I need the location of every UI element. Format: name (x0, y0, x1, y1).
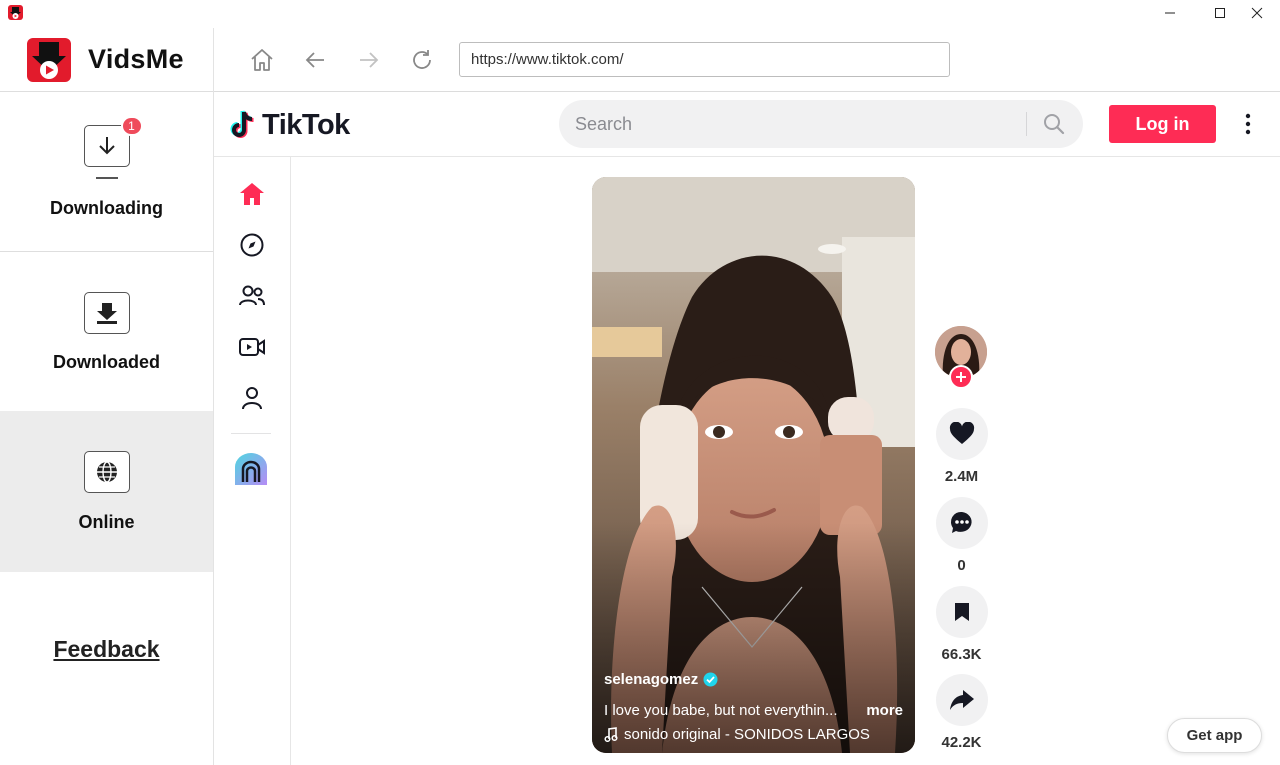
bookmark-button[interactable] (935, 586, 988, 638)
forward-arrow-icon (360, 52, 379, 68)
nav-downloading[interactable]: 1 Downloading (0, 93, 213, 252)
nav-online-label: Online (78, 512, 135, 532)
plus-icon (956, 372, 966, 382)
reload-icon (413, 50, 431, 69)
bookmark-icon (954, 603, 969, 621)
rail-profile[interactable] (238, 384, 266, 412)
music-note-icon (604, 727, 618, 742)
video-more-button[interactable]: more (866, 702, 903, 719)
rail-effect-house[interactable] (234, 452, 268, 486)
tiktok-wordmark: TikTok (262, 108, 350, 141)
nav-online[interactable]: Online (0, 411, 213, 572)
back-arrow-icon (305, 52, 324, 68)
login-button[interactable]: Log in (1109, 105, 1216, 143)
tiktok-side-rail (214, 157, 291, 765)
nav-downloading-label: Downloading (50, 197, 163, 218)
vertical-dots-icon (1245, 113, 1251, 135)
search-icon (1044, 114, 1065, 135)
vidsme-logo-icon (27, 38, 71, 82)
bookmark-action: 66.3K (935, 586, 988, 663)
globe-icon (96, 461, 117, 483)
downloaded-icon-box (83, 292, 130, 334)
rail-live[interactable] (238, 333, 266, 361)
nav-downloaded-label: Downloaded (53, 352, 160, 372)
minimize-button[interactable] (1147, 0, 1193, 26)
video-description: I love you babe, but not everythin... (604, 702, 838, 719)
effect-house-icon (235, 453, 267, 485)
app-icon (8, 5, 23, 20)
search-bar (559, 100, 1083, 148)
heart-icon (949, 422, 974, 444)
downloading-count-badge: 1 (120, 116, 143, 136)
video-frame-image (592, 177, 915, 753)
video-sound-name: sonido original - SONIDOS LARGOS (624, 726, 870, 743)
share-button[interactable] (935, 674, 988, 726)
rail-explore[interactable] (238, 231, 266, 259)
downloading-icon-box: 1 (83, 116, 143, 167)
rail-divider (231, 433, 271, 434)
comment-button[interactable] (935, 497, 988, 549)
rail-home[interactable] (238, 180, 266, 208)
video-player[interactable]: selenagomez I love you babe, but not eve… (592, 177, 915, 753)
bookmark-count: 66.3K (941, 646, 982, 663)
like-action: 2.4M (935, 408, 988, 485)
comment-action: 0 (935, 497, 988, 574)
download-arrow-icon (98, 137, 115, 155)
reload-button[interactable] (407, 45, 437, 75)
share-count: 42.2K (941, 734, 982, 751)
minimize-icon (1165, 12, 1175, 14)
creator-avatar-button[interactable] (935, 326, 988, 389)
tiktok-header: TikTok Log in (214, 92, 1280, 157)
close-icon (1251, 7, 1263, 19)
like-button[interactable] (935, 408, 988, 460)
feedback-link[interactable]: Feedback (0, 636, 213, 663)
get-app-button[interactable]: Get app (1167, 718, 1262, 753)
app-name: VidsMe (88, 44, 184, 74)
nav-downloaded[interactable]: Downloaded (0, 253, 213, 411)
tiktok-note-icon (230, 110, 254, 138)
online-icon-box (83, 451, 130, 493)
search-button[interactable] (1039, 109, 1069, 139)
forward-button[interactable] (354, 45, 384, 75)
browser-toolbar (214, 28, 1280, 92)
comment-count: 0 (957, 557, 966, 574)
video-description-row: I love you babe, but not everythin... mo… (604, 702, 903, 719)
search-input[interactable] (575, 100, 1015, 148)
video-author-name: selenagomez (604, 671, 699, 688)
share-action: 42.2K (935, 674, 988, 751)
window-title-bar (0, 0, 1280, 28)
download-tray-icon (96, 303, 117, 324)
brand-header: VidsMe (0, 28, 213, 92)
video-caption: selenagomez I love you babe, but not eve… (604, 671, 903, 743)
live-icon (239, 338, 265, 356)
close-button[interactable] (1234, 0, 1280, 26)
like-count: 2.4M (944, 468, 979, 485)
share-icon (949, 690, 974, 710)
profile-icon (242, 387, 262, 410)
verified-badge-icon (703, 672, 718, 687)
explore-icon (240, 233, 264, 257)
comment-icon (950, 511, 972, 533)
video-sound-row[interactable]: sonido original - SONIDOS LARGOS (604, 726, 903, 743)
home-icon (240, 183, 264, 205)
downloading-underline (95, 177, 118, 179)
app-sidebar: VidsMe 1 Downloading Downloaded Online F… (0, 28, 214, 765)
video-author-row[interactable]: selenagomez (604, 671, 903, 688)
home-button[interactable] (247, 45, 277, 75)
tiktok-logo[interactable]: TikTok (230, 107, 350, 143)
follow-button[interactable] (949, 365, 973, 389)
following-icon (239, 285, 265, 306)
back-button[interactable] (300, 45, 330, 75)
more-menu-button[interactable] (1236, 110, 1260, 138)
url-input[interactable] (459, 42, 950, 77)
rail-following[interactable] (238, 282, 266, 310)
maximize-icon (1215, 8, 1225, 18)
search-divider (1026, 112, 1027, 136)
home-icon (251, 49, 273, 71)
